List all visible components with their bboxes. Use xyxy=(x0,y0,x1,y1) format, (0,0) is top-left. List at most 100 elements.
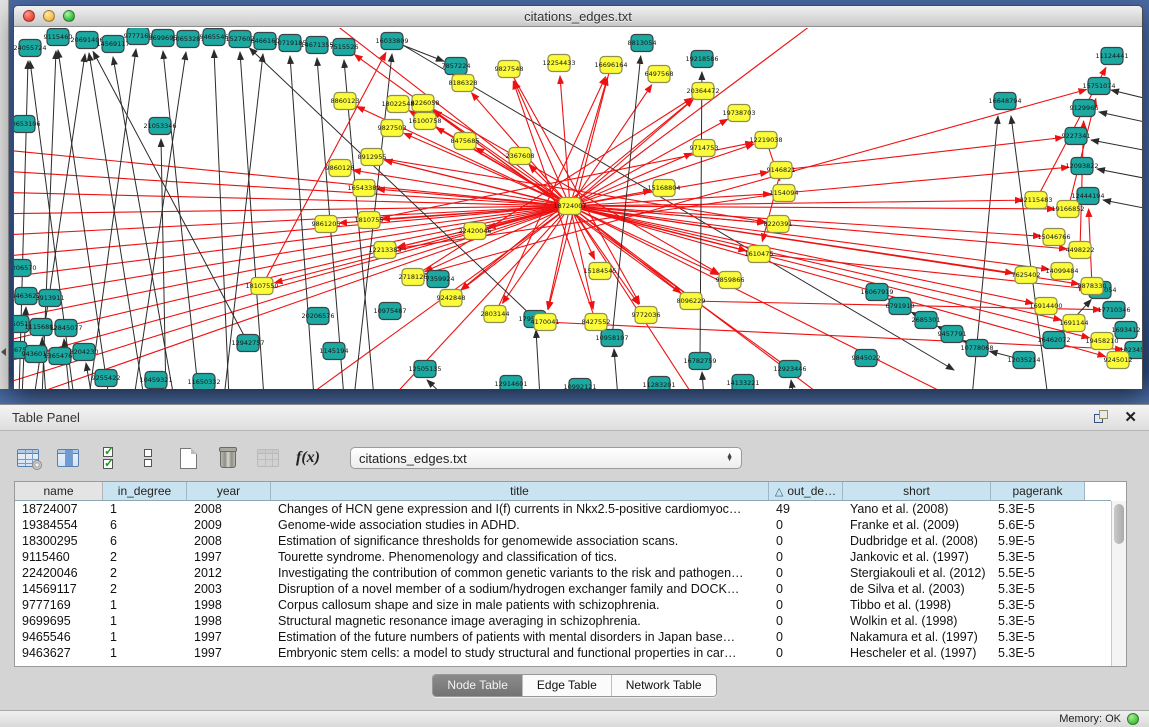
tab-network-table[interactable]: Network Table xyxy=(612,675,716,696)
graph-node[interactable]: 11124441 xyxy=(1095,48,1128,65)
table-row[interactable]: 1872400712008Changes of HCN gene express… xyxy=(15,501,1111,517)
table-cell[interactable]: 0 xyxy=(769,565,843,581)
table-row[interactable]: 911546021997Tourette syndrome. Phenomeno… xyxy=(15,549,1111,565)
graph-node[interactable]: 9827503 xyxy=(378,120,407,137)
table-cell[interactable]: Tourette syndrome. Phenomenology and cla… xyxy=(271,549,769,565)
table-cell[interactable]: 2009 xyxy=(187,517,271,533)
graph-node[interactable]: 9242848 xyxy=(437,290,466,307)
table-cell[interactable]: 1 xyxy=(103,645,187,661)
network-canvas[interactable]: 2405572491154602069140614569117977716996… xyxy=(14,28,1142,389)
select-columns-icon[interactable] xyxy=(94,444,122,472)
table-cell[interactable]: 5.5E-5 xyxy=(991,565,1085,581)
table-cell[interactable]: 5.3E-5 xyxy=(991,597,1085,613)
graph-node[interactable]: 1145194 xyxy=(320,343,349,360)
graph-node[interactable]: 8220391 xyxy=(764,216,793,233)
graph-node[interactable]: 1693412 xyxy=(1112,322,1141,339)
table-cell[interactable]: 9115460 xyxy=(15,549,103,565)
table-cell[interactable]: 2012 xyxy=(187,565,271,581)
graph-node[interactable]: 3913911 xyxy=(36,290,65,307)
table-cell[interactable]: Disruption of a novel member of a sodium… xyxy=(271,581,769,597)
table-cell[interactable]: 1997 xyxy=(187,645,271,661)
graph-node[interactable]: 1610475 xyxy=(745,246,774,263)
graph-node[interactable]: 8204230 xyxy=(70,344,99,361)
graph-node[interactable]: 8878330 xyxy=(1078,278,1107,295)
graph-node[interactable]: 20206576 xyxy=(301,308,334,325)
table-cell[interactable]: 22420046 xyxy=(15,565,103,581)
table-cell[interactable]: Dudbridge et al. (2008) xyxy=(843,533,991,549)
table-cell[interactable]: 6 xyxy=(103,517,187,533)
table-cell[interactable]: 2008 xyxy=(187,533,271,549)
table-cell[interactable]: Jankovic et al. (1997) xyxy=(843,549,991,565)
table-cell[interactable]: 5.3E-5 xyxy=(991,549,1085,565)
table-cell[interactable]: 2008 xyxy=(187,501,271,517)
table-cell[interactable]: 6 xyxy=(103,533,187,549)
table-cell[interactable]: 1 xyxy=(103,629,187,645)
table-cell[interactable]: 0 xyxy=(769,533,843,549)
table-cell[interactable]: 14569117 xyxy=(15,581,103,597)
table-cell[interactable]: 18300295 xyxy=(15,533,103,549)
graph-node[interactable]: 10958107 xyxy=(595,330,628,347)
table-cell[interactable]: 0 xyxy=(769,645,843,661)
graph-node[interactable]: 9714753 xyxy=(690,140,719,157)
column-header-short[interactable]: short xyxy=(843,482,991,500)
table-cell[interactable]: 1 xyxy=(103,597,187,613)
table-cell[interactable]: 49 xyxy=(769,501,843,517)
graph-node[interactable]: 12213383 xyxy=(368,242,401,259)
table-cell[interactable]: Changes of HCN gene expression and I(f) … xyxy=(271,501,769,517)
graph-node[interactable]: 9827548 xyxy=(495,61,524,78)
graph-node[interactable]: 7515526 xyxy=(330,39,359,56)
graph-node[interactable]: 9115460 xyxy=(44,29,73,46)
table-cell[interactable]: Investigating the contribution of common… xyxy=(271,565,769,581)
table-cell[interactable]: 1998 xyxy=(187,613,271,629)
minimize-window-icon[interactable] xyxy=(43,10,55,22)
graph-node[interactable]: 7857224 xyxy=(442,58,471,75)
table-cell[interactable]: 9463627 xyxy=(15,645,103,661)
table-cell[interactable]: Franke et al. (2009) xyxy=(843,517,991,533)
table-row[interactable]: 1456911722003Disruption of a novel membe… xyxy=(15,581,1111,597)
graph-node[interactable]: 12035214 xyxy=(1007,352,1040,369)
graph-node[interactable]: 15168804 xyxy=(647,180,680,197)
graph-node[interactable]: 9129966 xyxy=(1070,100,1099,117)
graph-node[interactable]: 8427552 xyxy=(582,314,611,331)
graph-node[interactable]: 9861205 xyxy=(312,216,341,233)
function-builder-icon[interactable]: f(x) xyxy=(294,444,322,472)
table-cell[interactable]: Genome-wide association studies in ADHD. xyxy=(271,517,769,533)
table-row[interactable]: 1830029562008Estimation of significance … xyxy=(15,533,1111,549)
graph-node[interactable]: 24055724 xyxy=(14,40,47,57)
graph-node[interactable]: 9146821 xyxy=(767,162,796,179)
table-cell[interactable]: 5.3E-5 xyxy=(991,501,1085,517)
new-table-icon[interactable] xyxy=(174,444,202,472)
graph-node[interactable]: 18022548 xyxy=(381,96,414,113)
column-header-in_degree[interactable]: in_degree xyxy=(103,482,187,500)
table-cell[interactable]: 2 xyxy=(103,581,187,597)
table-scrollbar-thumb[interactable] xyxy=(1114,504,1124,544)
table-cell[interactable]: Corpus callosum shape and size in male p… xyxy=(271,597,769,613)
graph-node[interactable]: 18107550 xyxy=(245,278,278,295)
graph-node[interactable]: 16033809 xyxy=(375,33,408,50)
graph-node[interactable]: 14099484 xyxy=(1045,263,1078,280)
table-cell[interactable]: 0 xyxy=(769,517,843,533)
table-cell[interactable]: 0 xyxy=(769,581,843,597)
graph-node[interactable]: 16914400 xyxy=(1029,298,1062,315)
table-cell[interactable]: 2003 xyxy=(187,581,271,597)
table-cell[interactable]: Structural magnetic resonance image aver… xyxy=(271,613,769,629)
table-cell[interactable]: 19384554 xyxy=(15,517,103,533)
graph-node[interactable]: 8912955 xyxy=(358,149,387,166)
close-icon[interactable]: ✕ xyxy=(1124,410,1137,425)
table-cell[interactable]: Tibbo et al. (1998) xyxy=(843,597,991,613)
graph-node[interactable]: 16782759 xyxy=(683,353,716,370)
graph-node[interactable]: 6791910 xyxy=(886,298,915,315)
table-row[interactable]: 969969511998Structural magnetic resonanc… xyxy=(15,613,1111,629)
table-cell[interactable]: 0 xyxy=(769,613,843,629)
table-cell[interactable]: 1997 xyxy=(187,549,271,565)
close-window-icon[interactable] xyxy=(23,10,35,22)
table-cell[interactable]: 5.3E-5 xyxy=(991,629,1085,645)
graph-node[interactable]: 7625402 xyxy=(1012,267,1041,284)
column-header-name[interactable]: name xyxy=(15,482,103,500)
graph-node[interactable]: 12093822 xyxy=(1065,158,1098,175)
graph-node[interactable]: 1810755 xyxy=(355,212,384,229)
graph-node[interactable]: 9227341 xyxy=(1062,128,1091,145)
table-cell[interactable]: 9699695 xyxy=(15,613,103,629)
table-cell[interactable]: 5.9E-5 xyxy=(991,533,1085,549)
graph-node[interactable]: 9457791 xyxy=(938,326,967,343)
